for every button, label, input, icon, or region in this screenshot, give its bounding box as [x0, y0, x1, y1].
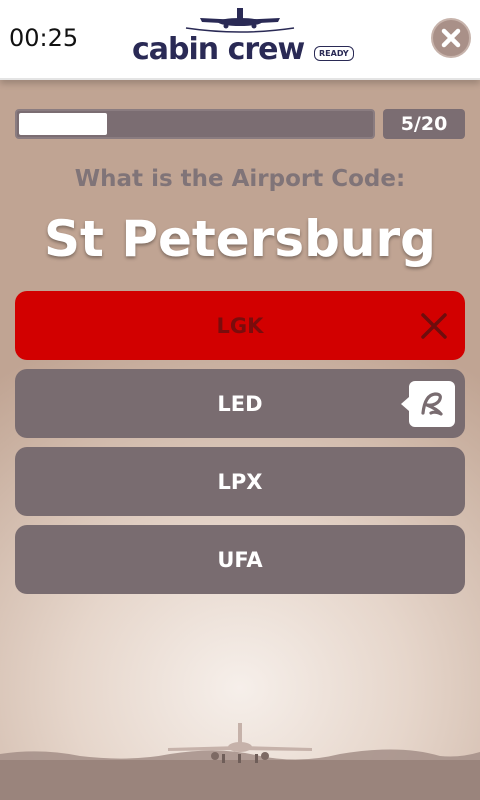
logo-ready-badge: READY [314, 46, 354, 61]
close-button[interactable] [431, 18, 471, 58]
answer-option-2[interactable]: LED [15, 369, 465, 438]
progress-bar [15, 109, 375, 139]
answer-label: LED [217, 391, 263, 416]
city-name: St Petersburg [44, 210, 436, 268]
answer-option-4[interactable]: UFA [15, 525, 465, 594]
answer-option-3[interactable]: LPX [15, 447, 465, 516]
question-prompt: What is the Airport Code: [74, 166, 406, 192]
answer-label: UFA [217, 547, 263, 572]
app-header: 00:25 cabin crew READY [0, 0, 480, 80]
hint-badge[interactable] [401, 380, 455, 427]
answer-label: LGK [216, 313, 264, 338]
signature-hint-icon [421, 391, 443, 416]
close-icon [441, 28, 461, 48]
progress-bar-fill [19, 113, 107, 135]
question-counter: 5/20 [383, 109, 465, 139]
x-mark-icon [421, 312, 447, 339]
answer-label: LPX [217, 469, 263, 494]
logo-wordmark: cabin crew [132, 32, 305, 67]
runway-airplane-illustration [0, 723, 480, 800]
cabin-crew-logo: cabin crew READY [132, 6, 354, 72]
answer-option-1[interactable]: LGK [15, 291, 465, 360]
countdown-timer: 00:25 [9, 24, 79, 52]
